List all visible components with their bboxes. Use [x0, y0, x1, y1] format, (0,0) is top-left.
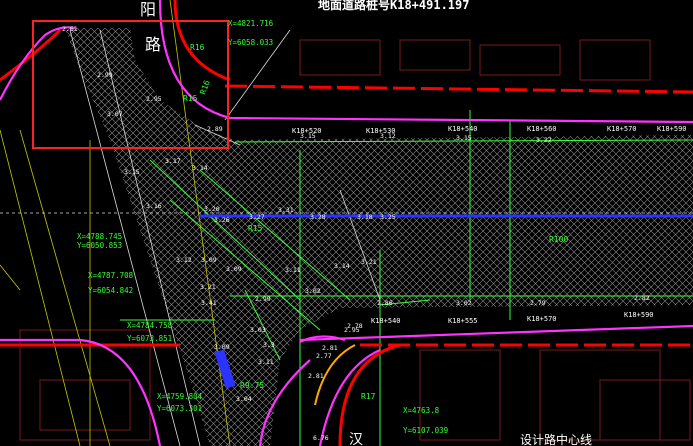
elevation-label: 3.14 [334, 262, 350, 270]
station-label: K18+540 [371, 317, 401, 325]
cad-drawing-canvas[interactable]: 地面道路桩号K18+491.197 阳 路 汉 设计路中心线 X=4821.71… [0, 0, 693, 446]
station-label: K18+570 [607, 125, 637, 133]
drawing-title: 地面道路桩号K18+491.197 [318, 0, 469, 12]
radius-label: R17 [361, 392, 376, 401]
elevation-label: 3.22 [536, 136, 552, 144]
elevation-label: 2.99 [255, 295, 271, 303]
radius-label: R16 [190, 43, 205, 52]
coord-label: Y=6107.039 [403, 426, 448, 435]
elevation-label: 2.81 [322, 344, 338, 352]
elevation-label: 3.03 [250, 326, 266, 334]
elevation-label: 2.89 [207, 125, 223, 133]
elevation-label: 3.12 [176, 256, 192, 264]
elevation-label: 3.14 [192, 164, 208, 172]
elevation-label: 3.3 [263, 341, 275, 349]
elevation-label: 3.25 [380, 213, 396, 221]
elevation-label: 3.21 [200, 283, 216, 291]
bottom-note: 设计路中心线 [520, 432, 592, 446]
radius-label: R15 [248, 224, 263, 233]
station-label: K18+570 [527, 315, 557, 323]
coord-label: X=4759.804 [157, 392, 203, 401]
elevation-label: 3.31 [278, 206, 294, 214]
elevation-label: 3.41 [201, 299, 217, 307]
elevation-label: 3.16 [146, 202, 162, 210]
coord-label: X=4763.8 [403, 406, 440, 415]
elevation-label: 3.27 [249, 213, 265, 221]
elevation-label: 3.09 [226, 265, 242, 273]
coord-label: Y=6050.853 [77, 241, 122, 250]
coord-label: X=4821.716 [228, 19, 274, 28]
elevation-label: 3.15 [124, 168, 140, 176]
coord-label: X=4784.758 [127, 321, 173, 330]
elevation-label: 3.15 [300, 132, 316, 140]
elevation-label: 3.02 [456, 299, 472, 307]
road-name-char-2: 路 [145, 35, 161, 54]
elevation-label: 3.20 [204, 205, 220, 213]
elevation-label: 6.76 [313, 434, 329, 442]
elevation-label: 2.99 [97, 71, 113, 79]
station-label: K18+590 [657, 125, 687, 133]
elevation-label: 3.11 [258, 358, 274, 366]
elevation-label: 2.79 [530, 299, 546, 307]
station-label: K18+560 [527, 125, 557, 133]
coord-label: X=4788.745 [77, 232, 122, 241]
station-label: K18+555 [448, 317, 478, 325]
radius-label: R9.75 [240, 381, 264, 390]
elevation-label: 3.12 [380, 132, 396, 140]
radius-label: R16 [198, 79, 211, 96]
elevation-label: 3.18 [357, 213, 373, 221]
elevation-label: 3.04 [236, 395, 252, 403]
label-layer: 地面道路桩号K18+491.197 阳 路 汉 设计路中心线 X=4821.71… [62, 0, 687, 446]
radius-label: R100 [549, 235, 568, 244]
elevation-label: 3.07 [107, 110, 123, 118]
elevation-label: 2.95 [146, 95, 162, 103]
elevation-label: 3.15 [456, 134, 472, 142]
elevation-label: 2.86 [377, 299, 393, 307]
elevation-label: 2.61 [62, 25, 78, 33]
elevation-label: 2.77 [316, 352, 332, 360]
road-name-char-1: 阳 [140, 0, 156, 19]
coord-label: Y=6073.851 [127, 334, 172, 343]
elevation-label: 3.09 [201, 256, 217, 264]
station-label: K18+590 [624, 311, 654, 319]
elevation-label: 3.26 [214, 216, 230, 224]
station-label: K18+540 [448, 125, 478, 133]
road-name-bottom: 汉 [349, 432, 363, 446]
coord-label: Y=6054.842 [88, 286, 133, 295]
coord-label: Y=6058.033 [228, 38, 273, 47]
elevation-label: 3.02 [305, 287, 321, 295]
radius-label: R15 [183, 94, 198, 103]
elevation-label: 2.81 [308, 372, 324, 380]
coord-label: X=4787.708 [88, 271, 134, 280]
coord-label: Y=6073.301 [157, 404, 202, 413]
elevation-label: 3.28 [310, 213, 326, 221]
elevation-label: 3.17 [165, 157, 181, 165]
elevation-label: 2.82 [634, 294, 650, 302]
elevation-label: 2.78 [347, 322, 363, 330]
elevation-label: 3.09 [214, 343, 230, 351]
elevation-label: 3.11 [285, 266, 301, 274]
elevation-label: 3.21 [361, 258, 377, 266]
